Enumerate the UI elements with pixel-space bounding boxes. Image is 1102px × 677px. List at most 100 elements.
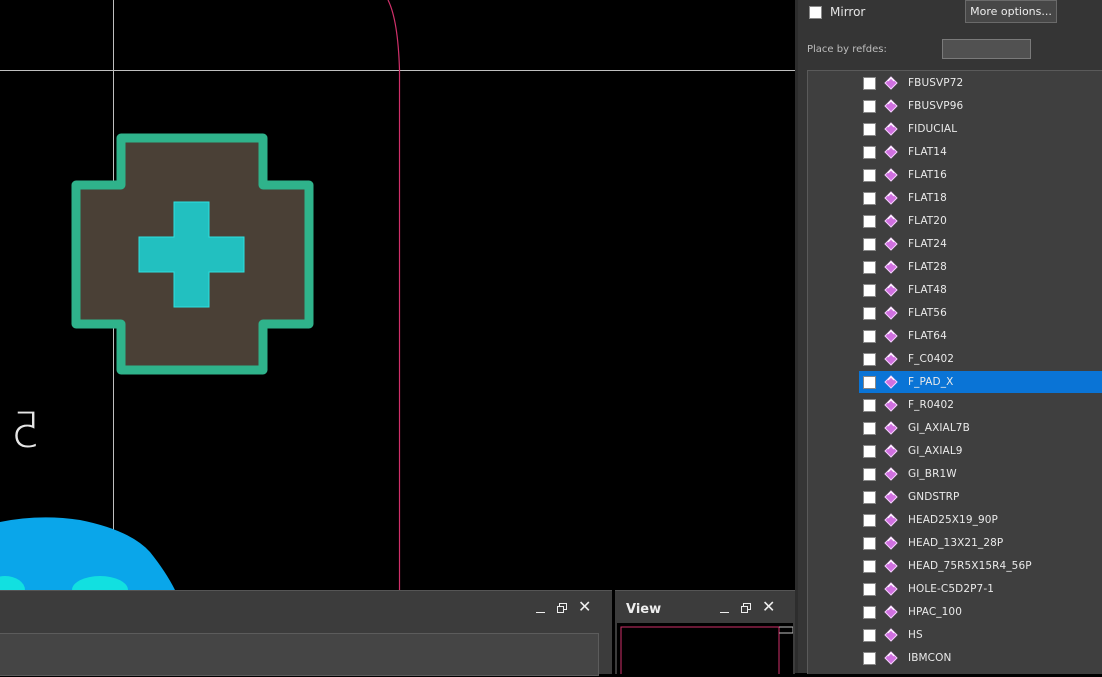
list-item-checkbox[interactable] bbox=[863, 375, 876, 389]
list-item-checkbox[interactable] bbox=[863, 214, 876, 228]
list-item-checkbox[interactable] bbox=[863, 628, 876, 642]
list-item-checkbox[interactable] bbox=[863, 76, 876, 90]
list-item[interactable]: IBMCON bbox=[859, 647, 1102, 669]
list-item-checkbox[interactable] bbox=[863, 421, 876, 435]
list-item[interactable]: HS bbox=[859, 624, 1102, 646]
list-item[interactable]: FLAT28 bbox=[859, 256, 1102, 278]
list-item-checkbox[interactable] bbox=[863, 168, 876, 182]
list-item[interactable]: FBUSVP72 bbox=[859, 72, 1102, 94]
list-item[interactable]: FBUSVP96 bbox=[859, 95, 1102, 117]
list-item-label: GI_AXIAL7B bbox=[908, 422, 970, 434]
symbol-diamond-icon bbox=[884, 145, 898, 159]
list-item-checkbox[interactable] bbox=[863, 444, 876, 458]
symbol-list[interactable]: FBUSVP72 FBUSVP96 FIDUCIAL FLAT14 FLAT16 FLAT… bbox=[807, 70, 1102, 674]
symbol-diamond-icon bbox=[884, 306, 898, 320]
list-item-label: FLAT18 bbox=[908, 192, 947, 204]
list-item[interactable]: HEAD25X19_90P bbox=[859, 509, 1102, 531]
list-item[interactable]: GI_AXIAL9 bbox=[859, 440, 1102, 462]
list-item[interactable]: GI_BR1W bbox=[859, 463, 1102, 485]
restore-icon[interactable] bbox=[557, 602, 567, 613]
list-item[interactable]: GNDSTRP bbox=[859, 486, 1102, 508]
list-item-checkbox[interactable] bbox=[863, 352, 876, 366]
world-view-canvas[interactable] bbox=[617, 623, 794, 674]
canvas-drawing bbox=[0, 0, 795, 590]
list-item-label: GNDSTRP bbox=[908, 491, 960, 503]
symbol-diamond-icon bbox=[884, 651, 898, 665]
symbol-diamond-icon bbox=[884, 329, 898, 343]
list-item-checkbox[interactable] bbox=[863, 329, 876, 343]
list-item-label: FLAT56 bbox=[908, 307, 947, 319]
list-item-checkbox[interactable] bbox=[863, 283, 876, 297]
mirror-option[interactable]: Mirror bbox=[809, 5, 865, 19]
symbol-diamond-icon bbox=[884, 214, 898, 228]
list-item-checkbox[interactable] bbox=[863, 306, 876, 320]
list-item[interactable]: FLAT14 bbox=[859, 141, 1102, 163]
symbol-diamond-icon bbox=[884, 398, 898, 412]
list-item-checkbox[interactable] bbox=[863, 513, 876, 527]
list-item-label: FLAT48 bbox=[908, 284, 947, 296]
list-item[interactable]: FLAT20 bbox=[859, 210, 1102, 232]
bottom-dock-panel: ✕ bbox=[0, 590, 612, 676]
list-item-label: FLAT14 bbox=[908, 146, 947, 158]
list-item-checkbox[interactable] bbox=[863, 260, 876, 274]
symbol-diamond-icon bbox=[884, 283, 898, 297]
list-item-checkbox[interactable] bbox=[863, 145, 876, 159]
list-item-checkbox[interactable] bbox=[863, 398, 876, 412]
list-item[interactable]: FLAT48 bbox=[859, 279, 1102, 301]
list-item-checkbox[interactable] bbox=[863, 122, 876, 136]
design-canvas[interactable]: 5 bbox=[0, 0, 795, 590]
place-by-refdes-input[interactable] bbox=[942, 39, 1031, 59]
bottom-panel-content[interactable] bbox=[0, 633, 599, 676]
more-options-button[interactable]: More options... bbox=[965, 0, 1057, 23]
minimize-icon[interactable] bbox=[536, 604, 545, 613]
list-item-checkbox[interactable] bbox=[863, 490, 876, 504]
list-item-label: HPAC_100 bbox=[908, 606, 962, 618]
list-item[interactable]: HEAD_13X21_28P bbox=[859, 532, 1102, 554]
symbol-diamond-icon bbox=[884, 352, 898, 366]
list-item-checkbox[interactable] bbox=[863, 582, 876, 596]
list-item[interactable]: FLAT16 bbox=[859, 164, 1102, 186]
symbol-diamond-icon bbox=[884, 490, 898, 504]
list-item[interactable]: FIDUCIAL bbox=[859, 118, 1102, 140]
options-panel: Mirror More options... Place by refdes: … bbox=[798, 0, 1102, 674]
list-item[interactable]: HEAD_75R5X15R4_56P bbox=[859, 555, 1102, 577]
list-item-checkbox[interactable] bbox=[863, 651, 876, 665]
list-item-label: GI_BR1W bbox=[908, 468, 957, 480]
list-item[interactable]: F_PAD_X bbox=[859, 371, 1102, 393]
list-item-checkbox[interactable] bbox=[863, 605, 876, 619]
list-item[interactable]: F_C0402 bbox=[859, 348, 1102, 370]
close-icon[interactable]: ✕ bbox=[578, 599, 591, 615]
mirror-checkbox[interactable] bbox=[809, 5, 822, 19]
list-item-checkbox[interactable] bbox=[863, 237, 876, 251]
list-item-checkbox[interactable] bbox=[863, 99, 876, 113]
symbol-diamond-icon bbox=[884, 628, 898, 642]
list-item[interactable]: GI_AXIAL7B bbox=[859, 417, 1102, 439]
list-item-checkbox[interactable] bbox=[863, 467, 876, 481]
symbol-diamond-icon bbox=[884, 122, 898, 136]
list-item-checkbox[interactable] bbox=[863, 191, 876, 205]
list-item-label: HOLE-C5D2P7-1 bbox=[908, 583, 994, 595]
list-item-checkbox[interactable] bbox=[863, 536, 876, 550]
list-item[interactable]: F_R0402 bbox=[859, 394, 1102, 416]
minimize-icon[interactable] bbox=[720, 604, 729, 613]
restore-icon[interactable] bbox=[741, 602, 751, 613]
symbol-diamond-icon bbox=[884, 444, 898, 458]
list-item[interactable]: FLAT18 bbox=[859, 187, 1102, 209]
close-icon[interactable]: ✕ bbox=[762, 599, 775, 615]
world-view-drawing bbox=[620, 626, 794, 674]
list-item[interactable]: FLAT24 bbox=[859, 233, 1102, 255]
symbol-diamond-icon bbox=[884, 467, 898, 481]
mirrored-refdes-text: 5 bbox=[10, 403, 41, 459]
list-item[interactable]: HOLE-C5D2P7-1 bbox=[859, 578, 1102, 600]
symbol-diamond-icon bbox=[884, 237, 898, 251]
list-item[interactable]: HPAC_100 bbox=[859, 601, 1102, 623]
symbol-diamond-icon bbox=[884, 582, 898, 596]
list-item-label: HEAD_13X21_28P bbox=[908, 537, 1004, 549]
list-item-label: FLAT24 bbox=[908, 238, 947, 250]
list-item[interactable]: FLAT64 bbox=[859, 325, 1102, 347]
view-panel: View ✕ bbox=[615, 590, 795, 674]
list-item[interactable]: FLAT56 bbox=[859, 302, 1102, 324]
list-item-checkbox[interactable] bbox=[863, 559, 876, 573]
place-by-refdes-label: Place by refdes: bbox=[807, 44, 887, 55]
list-item-label: FLAT64 bbox=[908, 330, 947, 342]
